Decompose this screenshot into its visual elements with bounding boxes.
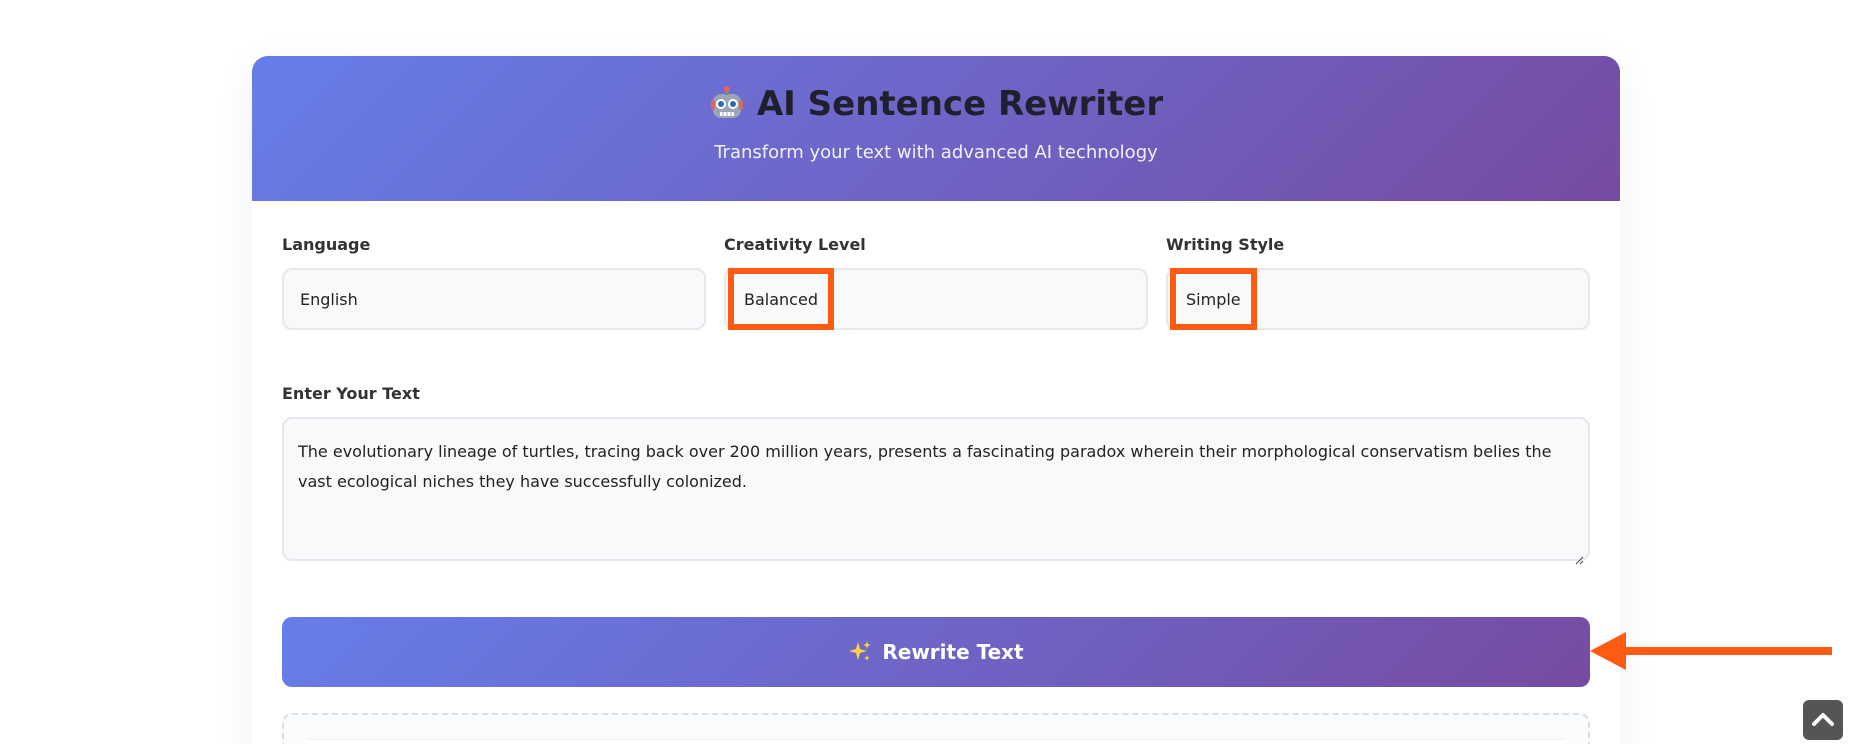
style-select[interactable]: Simple xyxy=(1166,268,1590,330)
page-title: AI Sentence Rewriter xyxy=(756,84,1164,124)
header: AI Sentence Rewriter Transform your text… xyxy=(252,56,1620,201)
rewrite-button[interactable]: Rewrite Text xyxy=(282,617,1590,687)
creativity-value: Balanced xyxy=(728,268,834,330)
resize-handle-icon[interactable] xyxy=(1574,545,1584,565)
page-subtitle: Transform your text with advanced AI tec… xyxy=(714,142,1158,163)
title-row: AI Sentence Rewriter xyxy=(709,84,1163,124)
result-area xyxy=(282,713,1590,744)
style-control: Writing Style Simple xyxy=(1166,235,1590,330)
creativity-select[interactable]: Balanced xyxy=(724,268,1148,330)
text-input-value: The evolutionary lineage of turtles, tra… xyxy=(298,442,1552,491)
text-section: Enter Your Text The evolutionary lineage… xyxy=(282,384,1590,565)
style-value: Simple xyxy=(1170,268,1257,330)
language-value: English xyxy=(300,289,358,309)
page: AI Sentence Rewriter Transform your text… xyxy=(0,0,1872,744)
chevron-up-icon xyxy=(1812,711,1834,730)
result-inner xyxy=(308,739,1564,744)
rewrite-button-label: Rewrite Text xyxy=(882,640,1024,664)
text-input-label: Enter Your Text xyxy=(282,384,420,403)
robot-icon xyxy=(709,86,745,122)
form-body: Language English Creativity Level Balanc… xyxy=(252,201,1620,744)
sparkle-icon xyxy=(848,640,872,664)
creativity-control: Creativity Level Balanced xyxy=(724,235,1148,330)
options-row: Language English Creativity Level Balanc… xyxy=(282,235,1590,330)
text-input[interactable]: The evolutionary lineage of turtles, tra… xyxy=(282,417,1590,565)
scroll-to-top-button[interactable] xyxy=(1803,700,1843,740)
creativity-label: Creativity Level xyxy=(724,235,866,254)
language-select[interactable]: English xyxy=(282,268,706,330)
language-label: Language xyxy=(282,235,371,254)
language-control: Language English xyxy=(282,235,706,330)
style-label: Writing Style xyxy=(1166,235,1285,254)
arrow-pointer-icon xyxy=(1590,632,1832,670)
rewriter-card: AI Sentence Rewriter Transform your text… xyxy=(252,56,1620,744)
